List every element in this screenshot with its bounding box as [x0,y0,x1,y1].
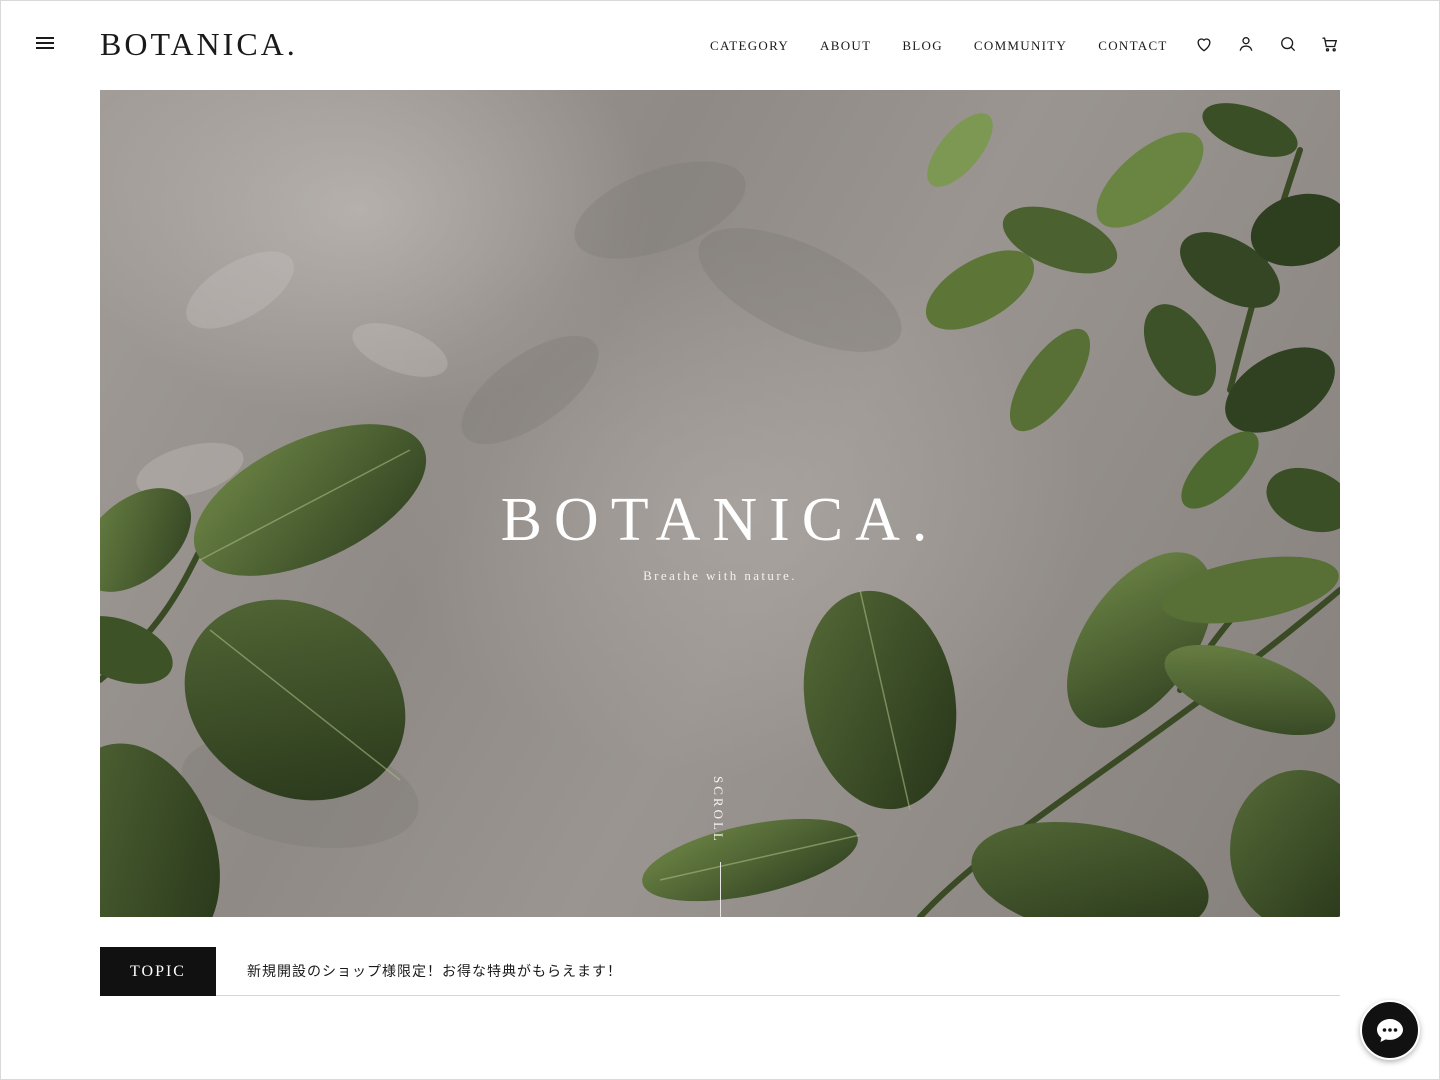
hero-banner: BOTANICA. Breathe with nature. SCROLL [100,90,1340,917]
cart-icon[interactable] [1320,34,1340,54]
nav-about[interactable]: ABOUT [820,38,871,54]
topic-link[interactable]: 新規開設のショップ様限定！お得な特典がもらえます！ [247,961,622,981]
nav-contact[interactable]: CONTACT [1098,38,1167,54]
user-icon[interactable] [1236,34,1256,54]
heart-icon[interactable] [1194,34,1214,54]
scroll-indicator[interactable]: SCROLL [711,776,726,844]
chat-button[interactable] [1360,1000,1420,1060]
site-logo[interactable]: BOTANICA. [100,26,298,63]
scroll-line [720,862,721,917]
nav-category[interactable]: CATEGORY [710,38,789,54]
menu-icon[interactable] [36,37,54,53]
main-nav: CATEGORY ABOUT BLOG COMMUNITY CONTACT [710,38,1168,54]
search-icon[interactable] [1278,34,1298,54]
hero-title: BOTANICA. [500,486,940,554]
topic-label: TOPIC [100,947,216,996]
topic-divider [216,995,1340,996]
header-icons [1194,34,1340,54]
hero-subtitle: Breathe with nature. [643,568,797,583]
nav-community[interactable]: COMMUNITY [974,38,1067,54]
nav-blog[interactable]: BLOG [902,38,943,54]
chat-bubble-icon [1377,1019,1403,1042]
